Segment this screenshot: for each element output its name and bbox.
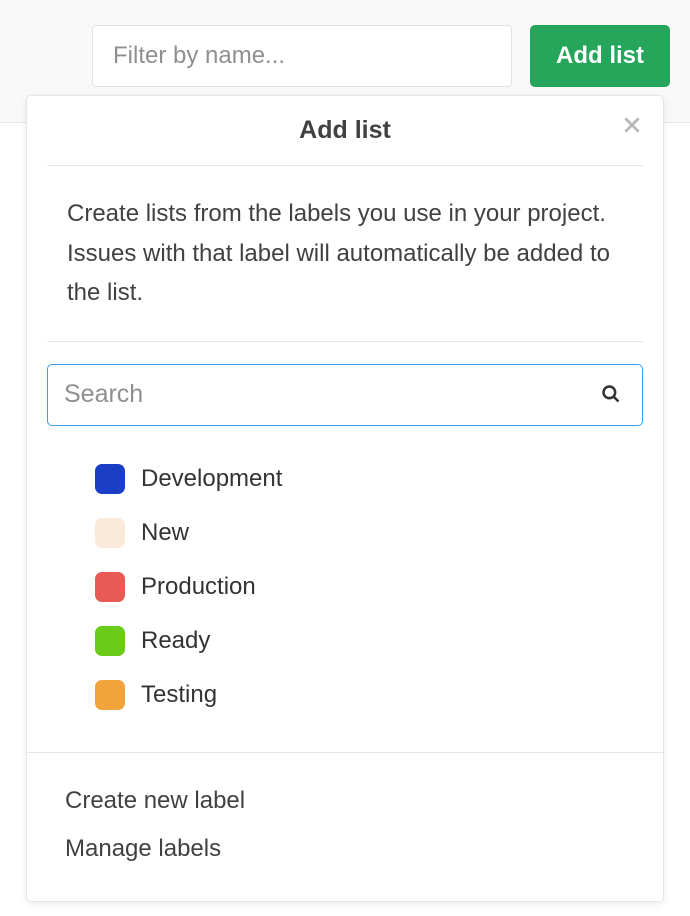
create-new-label-link[interactable]: Create new label xyxy=(65,777,625,825)
search-wrap xyxy=(27,342,663,436)
label-name: Development xyxy=(141,465,282,493)
add-list-button[interactable]: Add list xyxy=(530,25,670,87)
dropdown-description: Create lists from the labels you use in … xyxy=(47,166,643,342)
label-item[interactable]: Testing xyxy=(47,668,643,722)
label-name: Testing xyxy=(141,681,217,709)
label-list: Development New Production Ready Testing xyxy=(27,436,663,752)
manage-labels-link[interactable]: Manage labels xyxy=(65,825,625,873)
dropdown-header: Add list xyxy=(47,96,643,166)
search-icon xyxy=(601,384,621,404)
label-item[interactable]: New xyxy=(47,506,643,560)
close-icon[interactable] xyxy=(621,114,643,136)
add-list-dropdown: Add list Create lists from the labels yo… xyxy=(26,95,664,902)
label-item[interactable]: Production xyxy=(47,560,643,614)
dropdown-title: Add list xyxy=(299,116,391,144)
label-color-swatch xyxy=(95,572,125,602)
label-name: New xyxy=(141,519,189,547)
label-color-swatch xyxy=(95,626,125,656)
filter-by-name-input[interactable] xyxy=(92,25,512,87)
label-name: Ready xyxy=(141,627,210,655)
label-color-swatch xyxy=(95,518,125,548)
label-item[interactable]: Ready xyxy=(47,614,643,668)
label-search-input[interactable] xyxy=(47,364,643,426)
label-color-swatch xyxy=(95,680,125,710)
label-item[interactable]: Development xyxy=(47,452,643,506)
label-name: Production xyxy=(141,573,256,601)
dropdown-footer: Create new label Manage labels xyxy=(27,752,663,901)
label-color-swatch xyxy=(95,464,125,494)
